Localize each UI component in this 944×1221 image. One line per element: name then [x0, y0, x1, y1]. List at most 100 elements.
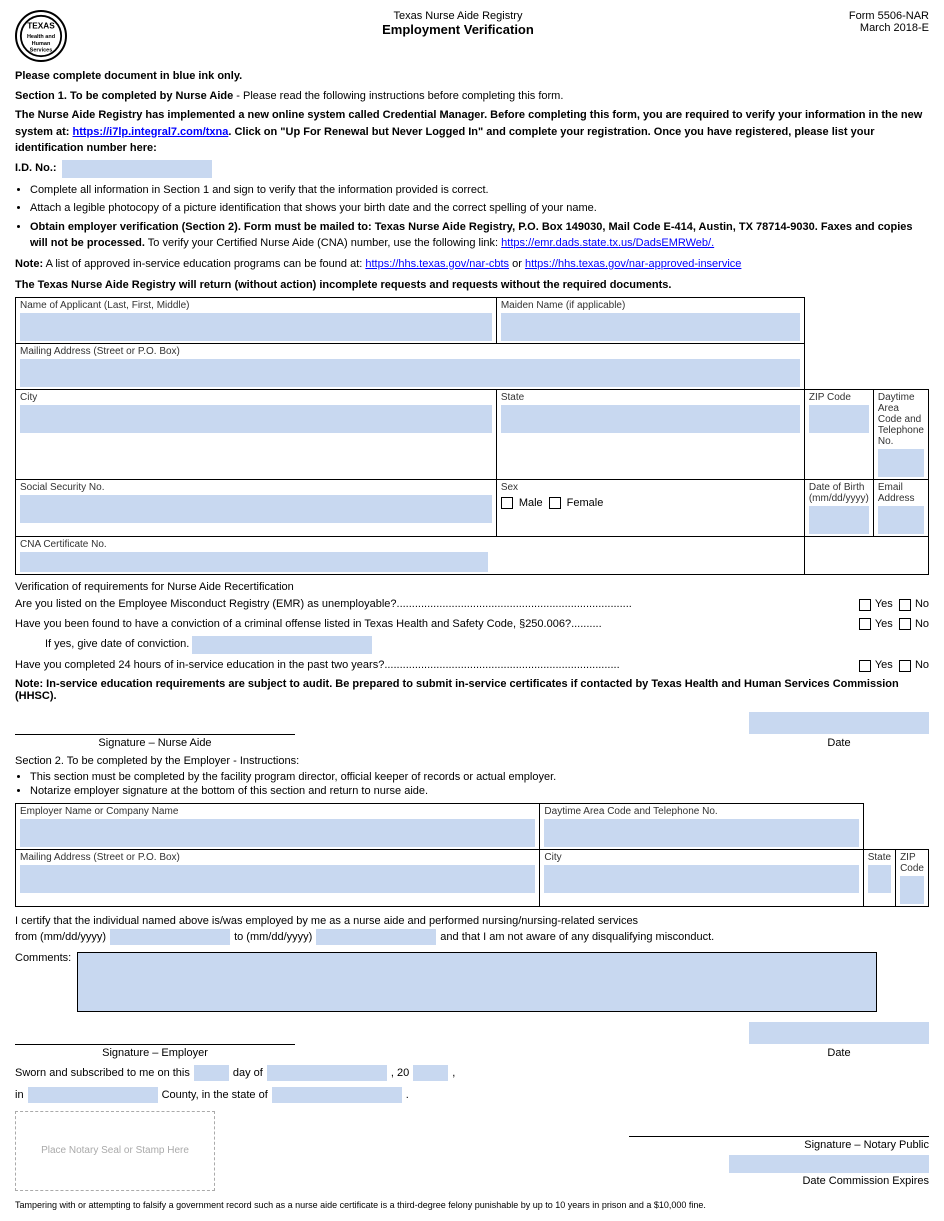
q3-yes-label: Yes — [875, 658, 893, 673]
q2-yes-checkbox[interactable] — [859, 618, 871, 630]
maiden-cell: Maiden Name (if applicable) — [496, 298, 804, 344]
texas-logo: TEXAS Health and Human Services — [15, 10, 67, 62]
employer-date-input[interactable] — [749, 1022, 929, 1044]
q1-no-checkbox[interactable] — [899, 599, 911, 611]
state-label: State — [501, 392, 800, 403]
zip-input[interactable] — [809, 405, 869, 433]
s2-state-label: State — [868, 852, 891, 863]
address-row: Mailing Address (Street or P.O. Box) — [16, 344, 929, 390]
sworn-month-input[interactable] — [267, 1065, 387, 1081]
svg-text:Health and: Health and — [27, 34, 55, 40]
sig-line-bar — [15, 734, 295, 735]
city-input[interactable] — [20, 405, 492, 433]
from-date-input[interactable] — [110, 929, 230, 945]
employer-sig: Signature – Employer — [15, 1044, 295, 1059]
bullet3: Obtain employer verification (Section 2)… — [30, 219, 929, 252]
verif-q3-row: Have you completed 24 hours of in-servic… — [15, 658, 929, 673]
q2-yes-label: Yes — [875, 617, 893, 632]
instructions-block: Please complete document in blue ink onl… — [15, 68, 929, 293]
q1-no-label: No — [915, 597, 929, 612]
cna-row: CNA Certificate No. — [16, 537, 929, 575]
employer-label: Employer Name or Company Name — [20, 806, 535, 817]
sex-label: Sex — [501, 482, 800, 493]
sworn-text1: Sworn and subscribed to me on this — [15, 1067, 190, 1079]
sworn-year-input[interactable] — [413, 1065, 448, 1081]
sworn-state-input[interactable] — [272, 1087, 402, 1103]
section1-date-input[interactable] — [749, 712, 929, 734]
svg-text:Human: Human — [32, 41, 51, 47]
name-input[interactable] — [20, 313, 492, 341]
conviction-date-input[interactable] — [192, 636, 372, 654]
s2-state-input[interactable] — [868, 865, 891, 893]
notary-sig-label: Signature – Notary Public — [235, 1139, 929, 1151]
ssn-cell: Social Security No. — [16, 480, 497, 537]
cna-input[interactable] — [20, 552, 488, 572]
sex-cell: Sex Male Female — [496, 480, 804, 537]
sworn-text2: day of — [233, 1067, 263, 1079]
id-input[interactable] — [62, 160, 212, 178]
s2-daytime-input[interactable] — [544, 819, 858, 847]
verif-q2-sub-row: If yes, give date of conviction. — [45, 636, 929, 654]
comments-area: Comments: — [15, 952, 929, 1012]
verif-note: Note: In-service education requirements … — [15, 678, 929, 702]
s2-address-input[interactable] — [20, 865, 535, 893]
employer-input[interactable] — [20, 819, 535, 847]
male-checkbox[interactable] — [501, 497, 513, 509]
sworn-county-input[interactable] — [28, 1087, 158, 1103]
notary-seal: Place Notary Seal or Stamp Here — [15, 1111, 215, 1191]
sworn-day-input[interactable] — [194, 1065, 229, 1081]
dob-input[interactable] — [809, 506, 869, 534]
form-info: Form 5506-NAR March 2018-E — [849, 10, 929, 34]
verification-section: Verification of requirements for Nurse A… — [15, 581, 929, 748]
link3[interactable]: https://hhs.texas.gov/nar-cbts — [365, 258, 509, 270]
employer-date-area: Date — [749, 1022, 929, 1059]
sig-label: Signature – Nurse Aide — [98, 737, 211, 749]
state-input[interactable] — [501, 405, 800, 433]
nurse-aide-sig: Signature – Nurse Aide — [15, 734, 295, 749]
verif-q1-no-group: No — [899, 597, 929, 612]
female-checkbox[interactable] — [549, 497, 561, 509]
note-box: Note: A list of approved in-service educ… — [15, 257, 929, 272]
certify-text: I certify that the individual named abov… — [15, 913, 929, 946]
daytime-cell: Daytime Area Code and Telephone No. — [873, 390, 928, 480]
comments-input[interactable] — [77, 952, 877, 1012]
registry-title: Texas Nurse Aide Registry — [67, 10, 849, 22]
to-date-input[interactable] — [316, 929, 436, 945]
id-row: I.D. No.: — [15, 160, 929, 178]
link4[interactable]: https://hhs.texas.gov/nar-approved-inser… — [525, 258, 741, 270]
instruction-line1: Please complete document in blue ink onl… — [15, 68, 929, 85]
sworn-row: Sworn and subscribed to me on this day o… — [15, 1065, 929, 1081]
section2-bullets: This section must be completed by the fa… — [30, 771, 929, 797]
bullet2: Attach a legible photocopy of a picture … — [30, 200, 929, 217]
s2-zip-input[interactable] — [900, 876, 924, 904]
form-date: March 2018-E — [849, 22, 929, 34]
daytime-input[interactable] — [878, 449, 924, 477]
email-input[interactable] — [878, 506, 924, 534]
sworn-text4: , — [452, 1067, 455, 1079]
ssn-input[interactable] — [20, 495, 492, 523]
sworn-row2: in County, in the state of . — [15, 1087, 929, 1103]
email-cell: Email Address — [873, 480, 928, 537]
link2[interactable]: https://emr.dads.state.tx.us/DadsEMRWeb/… — [501, 237, 714, 249]
q3-no-checkbox[interactable] — [899, 660, 911, 672]
date-commission-label: Date Commission Expires — [235, 1175, 929, 1187]
city-cell: City — [16, 390, 497, 480]
zip-label: ZIP Code — [809, 392, 869, 403]
q3-yes-checkbox[interactable] — [859, 660, 871, 672]
comments-label: Comments: — [15, 952, 71, 964]
s2-bullet1: This section must be completed by the fa… — [30, 771, 929, 783]
q2-no-checkbox[interactable] — [899, 618, 911, 630]
address-input[interactable] — [20, 359, 800, 387]
bullet-list-main: Complete all information in Section 1 an… — [30, 182, 929, 252]
logo-area: TEXAS Health and Human Services — [15, 10, 67, 62]
employer-sig-line-bar — [15, 1044, 295, 1045]
date-commission-input[interactable] — [729, 1155, 929, 1173]
verif-q2-row: Have you been found to have a conviction… — [15, 617, 929, 632]
maiden-input[interactable] — [501, 313, 800, 341]
q1-yes-checkbox[interactable] — [859, 599, 871, 611]
link1[interactable]: https://i7lp.integral7.com/txna — [72, 126, 228, 138]
city-label: City — [20, 392, 492, 403]
s2-city-input[interactable] — [544, 865, 858, 893]
daytime-label: Daytime Area Code and Telephone No. — [878, 392, 924, 447]
maiden-label: Maiden Name (if applicable) — [501, 300, 800, 311]
